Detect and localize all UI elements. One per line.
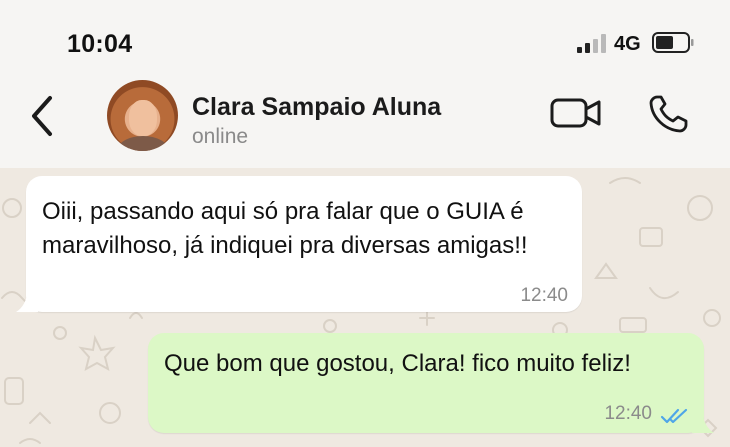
message-text: Que bom que gostou, Clara! fico muito fe… — [164, 350, 631, 377]
message-text: Oiii, passando aqui só pra falar que o G… — [42, 198, 528, 259]
chat-header: Clara Sampaio Aluna online — [0, 80, 730, 168]
contact-avatar[interactable] — [107, 80, 178, 151]
video-camera-icon[interactable] — [550, 96, 602, 130]
network-type: 4G — [614, 33, 641, 55]
message-timestamp: 12:40 — [520, 285, 568, 306]
phone-icon[interactable] — [648, 94, 690, 134]
battery-icon — [652, 32, 694, 53]
outgoing-message-bubble[interactable]: Que bom que gostou, Clara! fico muito fe… — [148, 333, 714, 433]
contact-status: online — [192, 125, 249, 148]
back-chevron-icon[interactable] — [28, 93, 58, 139]
status-bar: 10:04 4G — [0, 0, 730, 80]
bubble-tail — [16, 290, 38, 312]
message-timestamp: 12:40 — [604, 403, 652, 424]
double-check-icon — [660, 408, 688, 424]
signal-strength-icon — [577, 33, 609, 53]
status-time: 10:04 — [67, 30, 133, 58]
bubble-tail — [692, 411, 714, 433]
chat-area[interactable]: Oiii, passando aqui só pra falar que o G… — [0, 168, 730, 447]
incoming-message-bubble[interactable]: Oiii, passando aqui só pra falar que o G… — [16, 176, 582, 312]
contact-name[interactable]: Clara Sampaio Aluna — [192, 93, 441, 122]
